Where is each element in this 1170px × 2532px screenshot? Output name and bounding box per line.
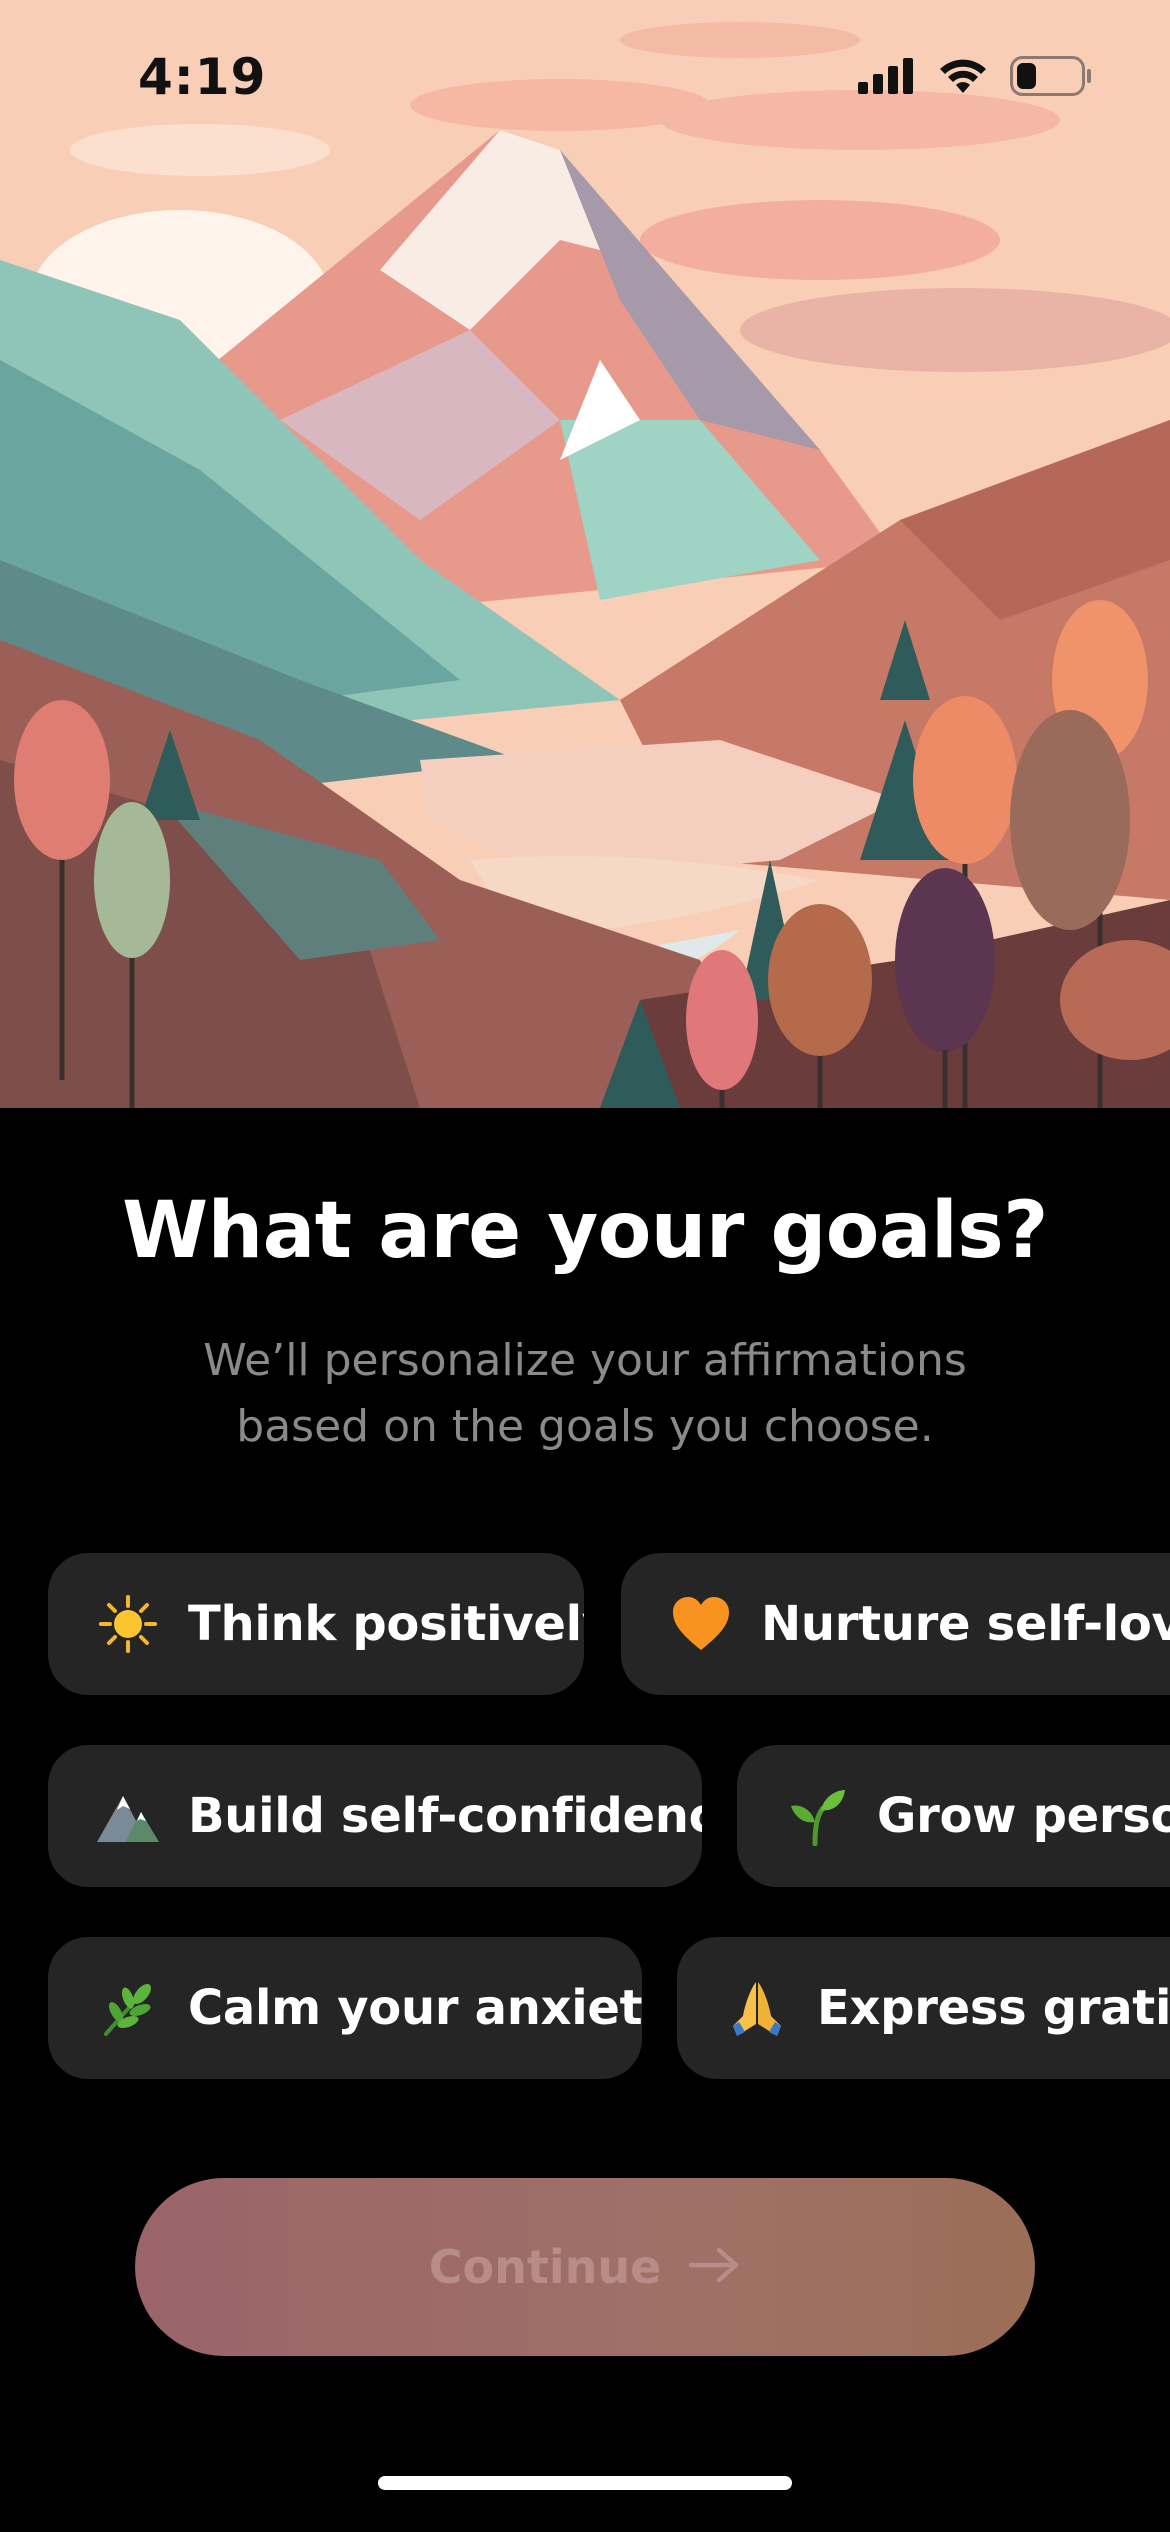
page-title: What are your goals? bbox=[122, 1186, 1048, 1276]
goal-chip-build-self-confidence[interactable]: Build self-confidence bbox=[48, 1745, 702, 1887]
seedling-icon bbox=[785, 1784, 849, 1848]
sun-icon bbox=[96, 1592, 160, 1656]
herb-icon bbox=[96, 1976, 160, 2040]
continue-button-label: Continue bbox=[428, 2240, 662, 2294]
goal-chip-label: Grow person bbox=[877, 1788, 1170, 1844]
battery-icon bbox=[1010, 56, 1092, 100]
goal-chip-calm-your-anxiety[interactable]: Calm your anxiety bbox=[48, 1937, 642, 2079]
goal-chip-label: Calm your anxiety bbox=[188, 1980, 642, 2036]
goal-chip-label: Think positively bbox=[188, 1596, 584, 1652]
goal-chip-nurture-self-love[interactable]: Nurture self-love bbox=[621, 1553, 1170, 1695]
signal-icon bbox=[858, 58, 916, 98]
goal-chip-think-positively[interactable]: Think positively bbox=[48, 1553, 584, 1695]
subtitle-line-2: based on the goals you choose. bbox=[236, 1401, 934, 1452]
status-bar: 4:19 bbox=[0, 0, 1170, 150]
praying-hands-icon bbox=[725, 1976, 789, 2040]
status-icons bbox=[858, 56, 1092, 100]
home-indicator bbox=[378, 2476, 792, 2490]
continue-button[interactable]: Continue bbox=[135, 2178, 1035, 2356]
goal-chip-grow-personally[interactable]: Grow person bbox=[737, 1745, 1170, 1887]
status-time: 4:19 bbox=[138, 48, 267, 106]
hero-illustration bbox=[0, 0, 1170, 1108]
goal-chip-label: Build self-confidence bbox=[188, 1788, 702, 1844]
goal-chip-label: Express gratitud bbox=[817, 1980, 1170, 2036]
page-subtitle: We’ll personalize your affirmations base… bbox=[0, 1328, 1170, 1460]
wifi-icon bbox=[938, 57, 988, 99]
goal-chip-label: Nurture self-love bbox=[761, 1596, 1170, 1652]
arrow-right-icon bbox=[689, 2247, 741, 2287]
mountain-icon bbox=[96, 1784, 160, 1848]
goal-chip-express-gratitude[interactable]: Express gratitud bbox=[677, 1937, 1170, 2079]
orange-heart-icon bbox=[669, 1592, 733, 1656]
subtitle-line-1: We’ll personalize your affirmations bbox=[203, 1335, 967, 1386]
